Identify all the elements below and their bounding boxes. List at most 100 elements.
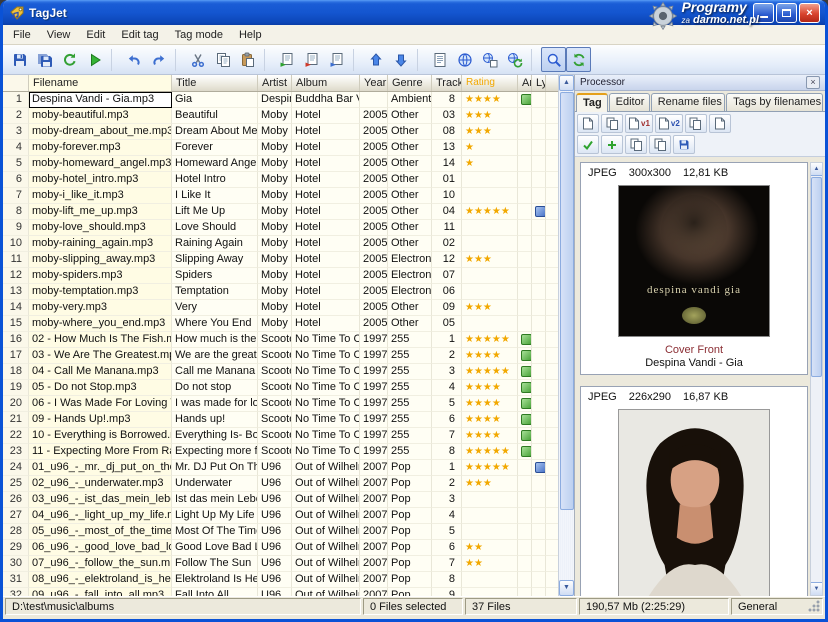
table-row[interactable]: 3007_u96_-_follow_the_sun.mp3Follow The … xyxy=(3,556,559,572)
undo-button[interactable] xyxy=(121,47,146,72)
panel-caption[interactable]: Processor × xyxy=(575,75,825,91)
view-tag-button[interactable] xyxy=(577,114,599,133)
copy-tag-button[interactable] xyxy=(274,47,299,72)
table-row[interactable]: 15moby-where_you_end.mp3Where You EndMob… xyxy=(3,316,559,332)
id3v2-toggle[interactable]: v2 xyxy=(655,114,683,133)
table-row[interactable]: 3moby-dream_about_me.mp3Dream About MeMo… xyxy=(3,124,559,140)
scroll-down-arrow[interactable]: ▼ xyxy=(559,580,574,596)
column-header-album[interactable]: Album xyxy=(292,75,360,91)
refresh-button[interactable] xyxy=(57,47,82,72)
paste-tag-button[interactable] xyxy=(324,47,349,72)
play-button[interactable] xyxy=(82,47,107,72)
add-frame-button[interactable] xyxy=(601,135,623,154)
menu-edit[interactable]: Edit xyxy=(78,26,113,44)
column-header-rating[interactable]: Rating xyxy=(462,75,518,91)
table-row[interactable]: 2704_u96_-_light_up_my_life.mp3Light Up … xyxy=(3,508,559,524)
id3v1-toggle[interactable]: v1 xyxy=(625,114,653,133)
save-tag-button[interactable] xyxy=(673,135,695,154)
photo-preview-image[interactable] xyxy=(618,409,770,596)
table-row[interactable]: 2109 - Hands Up!.mp3Hands up!ScooterNo T… xyxy=(3,412,559,428)
save-button[interactable] xyxy=(7,47,32,72)
table-row[interactable]: 11moby-slipping_away.mp3Slipping AwayMob… xyxy=(3,252,559,268)
tab-tags-by-filenames[interactable]: Tags by filenames xyxy=(726,93,823,111)
sync-tags-button[interactable] xyxy=(685,114,707,133)
web-import-button[interactable] xyxy=(477,47,502,72)
column-header-filename[interactable]: Filename xyxy=(29,75,172,91)
minimize-button[interactable] xyxy=(753,3,774,23)
paste-button[interactable] xyxy=(235,47,260,72)
table-row[interactable]: 2603_u96_-_ist_das_mein_leben.mp3Ist das… xyxy=(3,492,559,508)
table-row[interactable]: 2906_u96_-_good_love_bad_love.mp3Good Lo… xyxy=(3,540,559,556)
artwork-card-front[interactable]: JPEG 300x300 12,81 KB despina vandi gia … xyxy=(580,162,808,375)
web-search-button[interactable] xyxy=(452,47,477,72)
panel-close-icon[interactable]: × xyxy=(806,76,820,89)
table-row[interactable]: 1804 - Call Me Manana.mp3Call me MananaS… xyxy=(3,364,559,380)
artwork-card-second[interactable]: JPEG 226x290 16,87 KB xyxy=(580,386,808,596)
copy-frame-button[interactable] xyxy=(625,135,647,154)
report-button[interactable] xyxy=(427,47,452,72)
panel-scroll-thumb[interactable] xyxy=(811,177,822,377)
maximize-button[interactable] xyxy=(776,3,797,23)
table-row[interactable]: 13moby-temptation.mp3TemptationMobyHotel… xyxy=(3,284,559,300)
table-row[interactable]: 1703 - We Are The Greatest.mp3We are the… xyxy=(3,348,559,364)
tag-options-button[interactable] xyxy=(709,114,731,133)
panel-vertical-scrollbar[interactable]: ▲ ▼ xyxy=(810,162,823,596)
table-row[interactable]: 2401_u96_-_mr._dj_put_on_the_redMr. DJ P… xyxy=(3,460,559,476)
redo-button[interactable] xyxy=(146,47,171,72)
table-row[interactable]: 3209_u96_-_fall_into_all.mp3Fall Into Al… xyxy=(3,588,559,596)
table-row[interactable]: 6moby-hotel_intro.mp3Hotel IntroMobyHote… xyxy=(3,172,559,188)
table-row[interactable]: 2moby-beautiful.mp3BeautifulMobyHotel200… xyxy=(3,108,559,124)
tab-editor[interactable]: Editor xyxy=(609,93,650,111)
copy-tag-button[interactable] xyxy=(601,114,623,133)
search-button[interactable] xyxy=(541,47,566,72)
auto-sync-button[interactable] xyxy=(566,47,591,72)
web-sync-button[interactable] xyxy=(502,47,527,72)
column-header-title[interactable]: Title xyxy=(172,75,258,91)
column-header-artist[interactable]: Artist xyxy=(258,75,292,91)
column-header-row-number[interactable] xyxy=(3,75,29,91)
tab-tag[interactable]: Tag xyxy=(576,93,608,112)
table-vertical-scrollbar[interactable]: ▲ ▼ xyxy=(558,75,574,596)
menu-edit-tag[interactable]: Edit tag xyxy=(113,26,166,44)
table-row[interactable]: 2805_u96_-_most_of_the_time.mp3Most Of T… xyxy=(3,524,559,540)
close-button[interactable]: × xyxy=(799,3,820,23)
panel-scroll-down-arrow[interactable]: ▼ xyxy=(811,582,822,595)
column-header-track[interactable]: Track xyxy=(432,75,462,91)
table-row[interactable]: 2311 - Expecting More From Ratty.mp3Expe… xyxy=(3,444,559,460)
scroll-up-arrow[interactable]: ▲ xyxy=(559,75,574,91)
column-header-art[interactable]: Art xyxy=(518,75,532,91)
move-down-button[interactable] xyxy=(388,47,413,72)
column-header-genre[interactable]: Genre xyxy=(388,75,432,91)
tab-rename-files[interactable]: Rename files xyxy=(651,93,725,111)
table-row[interactable]: 3108_u96_-_elektroland_is_here.mp3Elektr… xyxy=(3,572,559,588)
album-cover-image[interactable]: despina vandi gia xyxy=(618,185,770,337)
column-header-year[interactable]: Year xyxy=(360,75,388,91)
save-all-button[interactable] xyxy=(32,47,57,72)
title-bar[interactable]: TagJet Programy za darmo.net.pl × xyxy=(3,0,825,25)
table-row[interactable]: 2502_u96_-_underwater.mp3UnderwaterU96Ou… xyxy=(3,476,559,492)
menu-help[interactable]: Help xyxy=(231,26,270,44)
table-row[interactable]: 10moby-raining_again.mp3Raining AgainMob… xyxy=(3,236,559,252)
resize-grip[interactable] xyxy=(808,600,821,613)
menu-file[interactable]: File xyxy=(5,26,39,44)
table-row[interactable]: 8moby-lift_me_up.mp3Lift Me UpMobyHotel2… xyxy=(3,204,559,220)
table-row[interactable]: 2210 - Everything is Borrowed.mp3Everyth… xyxy=(3,428,559,444)
apply-tag-button[interactable] xyxy=(577,135,599,154)
cut-tag-button[interactable] xyxy=(299,47,324,72)
paste-frame-button[interactable] xyxy=(649,135,671,154)
move-up-button[interactable] xyxy=(363,47,388,72)
table-row[interactable]: 1905 - Do not Stop.mp3Do not stopScooter… xyxy=(3,380,559,396)
table-row[interactable]: 1602 - How Much Is The Fish.mp3How much … xyxy=(3,332,559,348)
table-row[interactable]: 9moby-love_should.mp3Love ShouldMobyHote… xyxy=(3,220,559,236)
table-row[interactable]: 4moby-forever.mp3ForeverMobyHotel2005Oth… xyxy=(3,140,559,156)
table-row[interactable]: 5moby-homeward_angel.mp3Homeward AngelMo… xyxy=(3,156,559,172)
copy-button[interactable] xyxy=(210,47,235,72)
table-row[interactable]: 12moby-spiders.mp3SpidersMobyHotel2005El… xyxy=(3,268,559,284)
scroll-thumb[interactable] xyxy=(560,92,574,510)
panel-scroll-up-arrow[interactable]: ▲ xyxy=(811,163,822,176)
cut-button[interactable] xyxy=(185,47,210,72)
table-row[interactable]: 14moby-very.mp3VeryMobyHotel2005Other09★… xyxy=(3,300,559,316)
menu-view[interactable]: View xyxy=(39,26,79,44)
menu-tag-mode[interactable]: Tag mode xyxy=(167,26,231,44)
table-row-selected[interactable]: 1Despina Vandi - Gia.mp3GiaDespinaBuddha… xyxy=(3,92,559,108)
